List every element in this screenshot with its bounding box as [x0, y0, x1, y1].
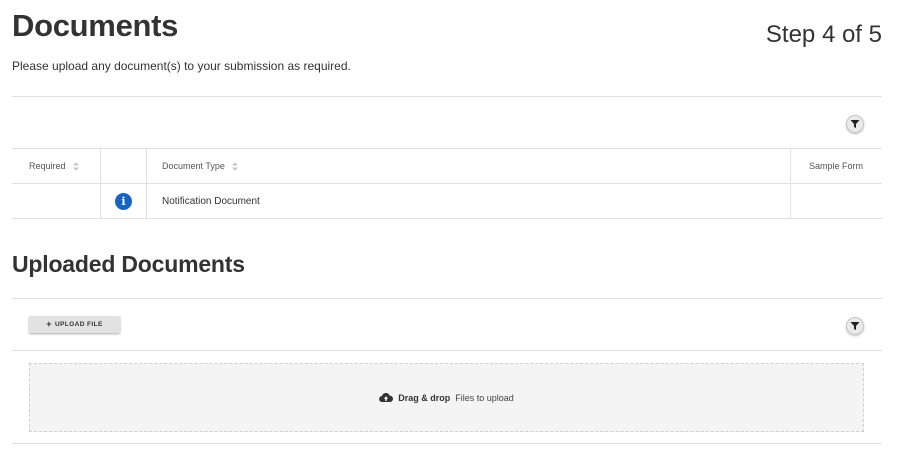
- cell-document-type: Notification Document: [146, 184, 790, 218]
- info-icon[interactable]: i: [115, 192, 132, 210]
- drop-zone-strong: Drag & drop: [398, 392, 451, 403]
- filter-icon: [850, 120, 860, 128]
- column-header-sample-form: Sample Form: [790, 149, 882, 183]
- drop-zone-text: Files to upload: [455, 392, 514, 403]
- cell-required: [12, 184, 100, 218]
- sort-icon: [231, 161, 238, 171]
- column-header-info: [100, 149, 146, 183]
- sort-icon: [72, 161, 79, 171]
- cell-info: i: [100, 184, 146, 218]
- cell-sample-form: [790, 184, 882, 218]
- divider: [12, 443, 882, 444]
- filter-button[interactable]: [846, 115, 864, 133]
- column-header-required[interactable]: Required: [12, 149, 100, 183]
- step-indicator: Step 4 of 5: [765, 21, 882, 48]
- required-documents-table: Required Document Type Sample Form i Not…: [12, 148, 882, 219]
- upload-file-button[interactable]: + UPLOAD FILE: [29, 316, 120, 333]
- table-header-row: Required Document Type Sample Form: [12, 148, 882, 184]
- cloud-upload-icon: [379, 393, 394, 403]
- table-row: i Notification Document: [12, 184, 882, 219]
- column-header-document-type[interactable]: Document Type: [146, 149, 790, 183]
- file-drop-zone[interactable]: Drag & drop Files to upload: [29, 363, 864, 432]
- upload-file-label: UPLOAD FILE: [54, 321, 103, 328]
- divider: [12, 298, 882, 299]
- page-title: Documents: [12, 8, 179, 43]
- filter-icon: [850, 322, 860, 330]
- filter-button[interactable]: [846, 317, 864, 335]
- plus-icon: +: [46, 319, 52, 329]
- page-header: Documents Please upload any document(s) …: [12, 6, 882, 76]
- divider: [12, 350, 882, 351]
- divider: [12, 96, 882, 97]
- uploaded-documents-title: Uploaded Documents: [12, 251, 245, 277]
- page-subtitle: Please upload any document(s) to your su…: [12, 59, 351, 73]
